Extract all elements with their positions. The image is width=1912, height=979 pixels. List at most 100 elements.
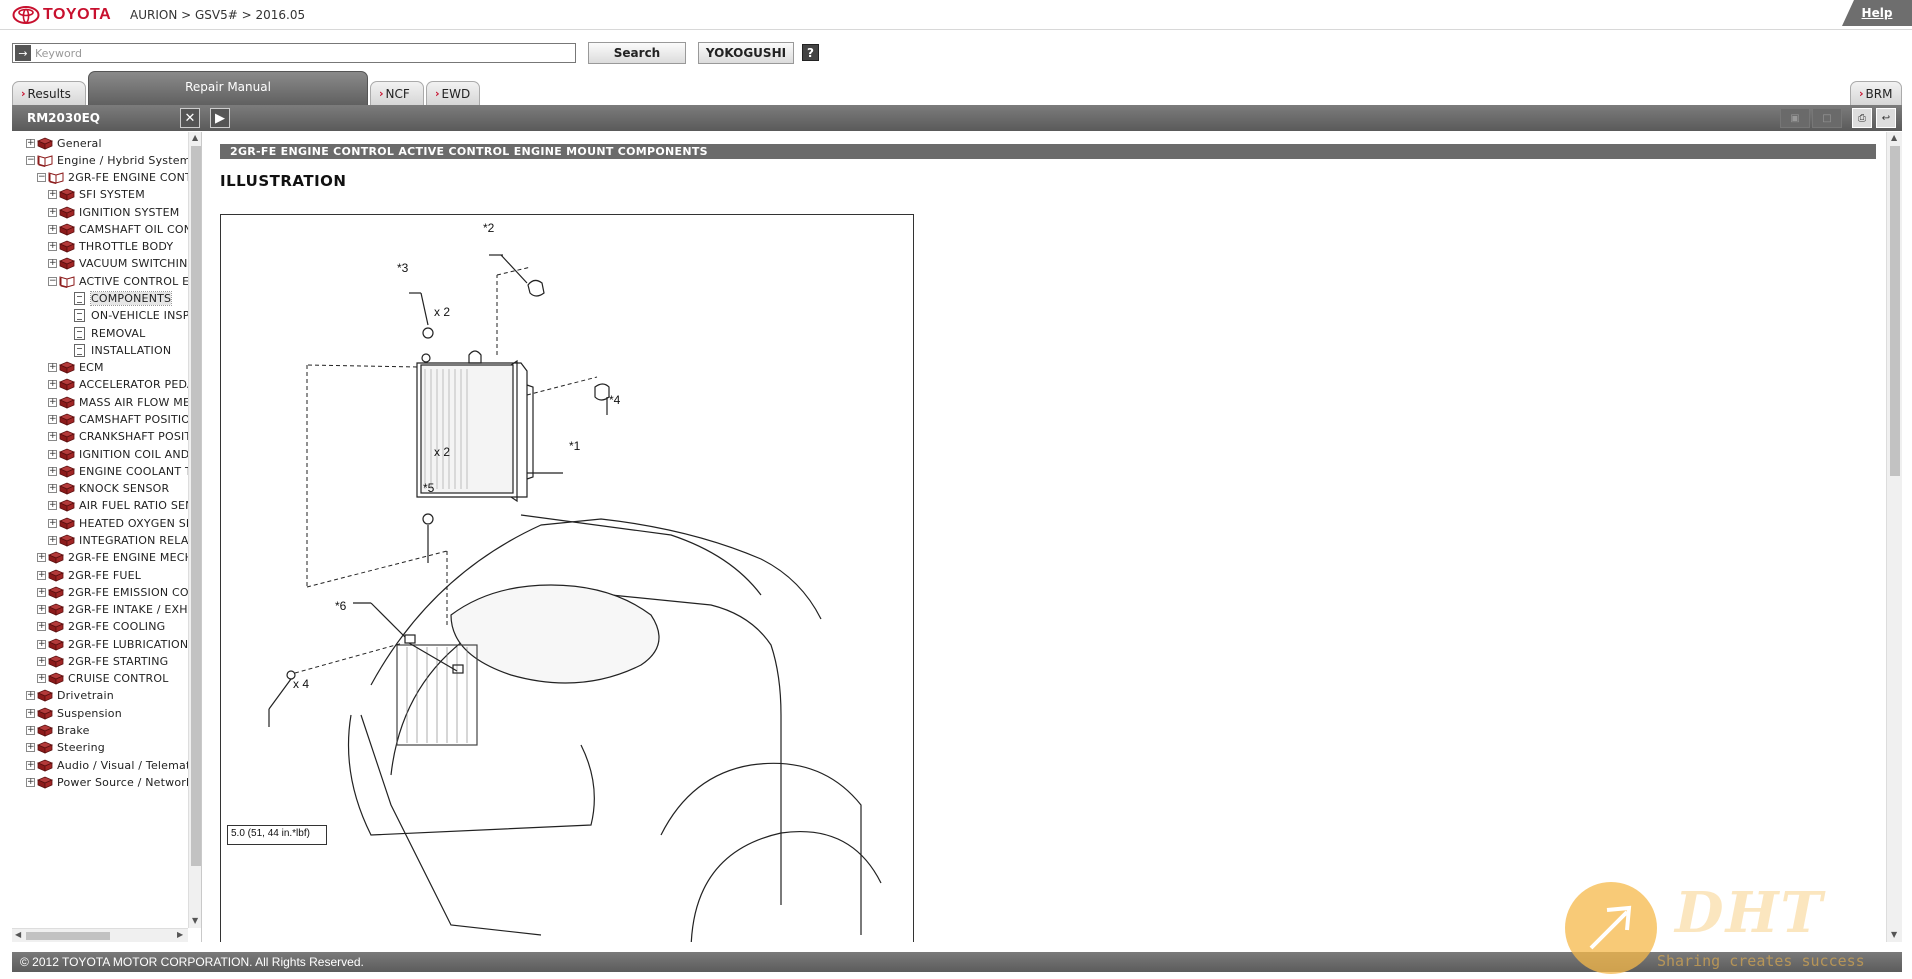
expand-icon[interactable]: + xyxy=(48,518,57,528)
expand-icon[interactable]: + xyxy=(48,466,57,476)
help-link[interactable]: Help xyxy=(1842,0,1912,26)
tree-item[interactable]: + AIR FUEL RATIO SENSOR xyxy=(48,497,188,515)
tab-repair-manual[interactable]: Repair Manual xyxy=(88,71,368,105)
tree-item[interactable]: + MASS AIR FLOW METER xyxy=(48,393,188,411)
expand-icon[interactable]: + xyxy=(48,432,57,442)
collapse-icon[interactable]: − xyxy=(48,276,57,286)
tree-item[interactable]: + CAMSHAFT OIL CONTROL VALVE xyxy=(48,220,188,238)
tab-ncf[interactable]: › NCF xyxy=(370,81,424,105)
tree-item[interactable]: + CRANKSHAFT POSITION SENSOR xyxy=(48,428,188,446)
expand-icon[interactable]: + xyxy=(48,484,57,494)
tab-ewd[interactable]: › EWD xyxy=(426,81,480,105)
tree-item[interactable]: − 2GR-FE ENGINE CONTROL xyxy=(37,169,188,187)
expand-icon[interactable]: + xyxy=(48,242,57,252)
expand-icon[interactable]: + xyxy=(48,535,57,545)
tree-item[interactable]: +2GR-FE EMISSION CONTROL xyxy=(37,583,188,601)
yokogushi-button[interactable]: YOKOGUSHI xyxy=(698,42,794,64)
tree-item[interactable]: − Engine / Hybrid System xyxy=(26,151,188,169)
tree-item[interactable]: + Brake xyxy=(26,722,90,740)
tree-item[interactable]: + ENGINE COOLANT TEMPERATURE SENSOR xyxy=(48,462,188,480)
tree-item[interactable]: REMOVAL xyxy=(59,324,145,342)
tree-item[interactable]: +2GR-FE ENGINE MECHANICAL xyxy=(37,549,188,567)
tree-item[interactable]: + Steering xyxy=(26,739,105,757)
tree-item[interactable]: + Power Source / Network xyxy=(26,773,188,791)
tree-item[interactable]: − ACTIVE CONTROL ENGINE MOUNT xyxy=(48,272,188,290)
search-help-icon[interactable]: ? xyxy=(802,44,819,61)
expand-icon[interactable]: + xyxy=(48,380,57,390)
expand-icon[interactable]: + xyxy=(37,622,46,632)
scroll-up-icon[interactable]: ▲ xyxy=(1891,133,1897,142)
expand-icon[interactable]: + xyxy=(37,570,46,580)
tree-item[interactable]: COMPONENTS xyxy=(59,290,173,308)
expand-icon[interactable]: + xyxy=(37,639,46,649)
scroll-down-icon[interactable]: ▼ xyxy=(192,916,198,925)
tree-item[interactable]: + VACUUM SWITCHING VALVE xyxy=(48,255,188,273)
scrollbar-thumb[interactable] xyxy=(191,146,201,866)
content-vertical-scrollbar[interactable]: ▲ ▼ xyxy=(1886,132,1902,942)
layout-split-icon[interactable]: ▣ xyxy=(1780,108,1810,128)
tree-item[interactable]: + IGNITION COIL AND SPARK PLUG xyxy=(48,445,188,463)
expand-icon[interactable]: + xyxy=(48,259,57,269)
layout-single-icon[interactable]: □ xyxy=(1812,108,1842,128)
expand-icon[interactable]: + xyxy=(48,363,57,373)
tree-item[interactable]: + CAMSHAFT POSITION SENSOR xyxy=(48,410,188,428)
expand-icon[interactable]: + xyxy=(48,224,57,234)
collapse-icon[interactable]: − xyxy=(26,155,35,165)
tree-item[interactable]: + Audio / Visual / Telematics xyxy=(26,756,188,774)
tree-item[interactable]: + Suspension xyxy=(26,704,122,722)
tree-item[interactable]: +2GR-FE FUEL xyxy=(37,566,141,584)
scroll-right-icon[interactable]: ▶ xyxy=(177,930,183,939)
expand-icon[interactable]: + xyxy=(37,674,46,684)
tree-item[interactable]: +2GR-FE INTAKE / EXHAUST xyxy=(37,601,188,619)
expand-icon[interactable]: + xyxy=(26,691,35,701)
expand-icon[interactable]: + xyxy=(48,501,57,511)
scroll-up-icon[interactable]: ▲ xyxy=(192,133,198,142)
tree-item[interactable]: ON-VEHICLE INSPECTION xyxy=(59,307,188,325)
tree-item[interactable]: +2GR-FE STARTING xyxy=(37,652,168,670)
return-icon[interactable]: ↩ xyxy=(1876,108,1896,128)
tree-item[interactable]: INSTALLATION xyxy=(59,341,171,359)
expand-icon[interactable]: + xyxy=(26,743,35,753)
expand-icon[interactable]: + xyxy=(26,138,35,148)
collapse-icon[interactable]: − xyxy=(37,173,46,183)
tree-item[interactable]: +2GR-FE COOLING xyxy=(37,618,165,636)
breadcrumb[interactable]: AURION > GSV5# > 2016.05 xyxy=(130,8,305,22)
expand-icon[interactable]: + xyxy=(48,449,57,459)
tree-item[interactable]: + SFI SYSTEM xyxy=(48,186,145,204)
tree-item[interactable]: + HEATED OXYGEN SENSOR xyxy=(48,514,188,532)
expand-icon[interactable]: + xyxy=(26,708,35,718)
tree-item[interactable]: +2GR-FE LUBRICATION xyxy=(37,635,188,653)
expand-icon[interactable]: + xyxy=(37,656,46,666)
tree-item[interactable]: + INTEGRATION RELAY xyxy=(48,531,188,549)
keyword-input[interactable] xyxy=(33,45,575,61)
expand-icon[interactable]: + xyxy=(37,587,46,597)
scroll-down-icon[interactable]: ▼ xyxy=(1891,930,1897,939)
scrollbar-thumb[interactable] xyxy=(1890,146,1900,476)
expand-icon[interactable]: + xyxy=(26,777,35,787)
tree-item[interactable]: + Drivetrain xyxy=(26,687,114,705)
tree-item[interactable]: + ECM xyxy=(48,359,104,377)
tree-item[interactable]: + THROTTLE BODY xyxy=(48,238,173,256)
expand-icon[interactable]: + xyxy=(37,553,46,563)
search-button[interactable]: Search xyxy=(588,42,686,64)
tree-item[interactable]: + CRUISE CONTROL xyxy=(37,670,169,688)
expand-icon[interactable]: + xyxy=(48,397,57,407)
expand-icon[interactable]: + xyxy=(48,190,57,200)
expand-icon[interactable]: + xyxy=(37,605,46,615)
expand-icon[interactable]: + xyxy=(26,760,35,770)
scrollbar-thumb[interactable] xyxy=(26,932,110,940)
tree-item[interactable]: + IGNITION SYSTEM xyxy=(48,203,179,221)
tree-item[interactable]: + KNOCK SENSOR xyxy=(48,480,169,498)
tree-horizontal-scrollbar[interactable]: ◀ ▶ xyxy=(12,928,188,942)
tree-item[interactable]: + General xyxy=(26,134,102,152)
close-icon[interactable]: ✕ xyxy=(180,108,200,128)
print-icon[interactable]: ⎙ xyxy=(1852,108,1872,128)
expand-icon[interactable]: + xyxy=(48,207,57,217)
expand-icon[interactable]: + xyxy=(26,726,35,736)
tree-vertical-scrollbar[interactable]: ▲ ▼ xyxy=(188,132,201,928)
tree-item[interactable]: + ACCELERATOR PEDAL xyxy=(48,376,188,394)
tab-brm[interactable]: › BRM xyxy=(1850,81,1902,105)
play-icon[interactable]: ▶ xyxy=(210,108,230,128)
scroll-left-icon[interactable]: ◀ xyxy=(15,930,21,939)
expand-icon[interactable]: + xyxy=(48,414,57,424)
